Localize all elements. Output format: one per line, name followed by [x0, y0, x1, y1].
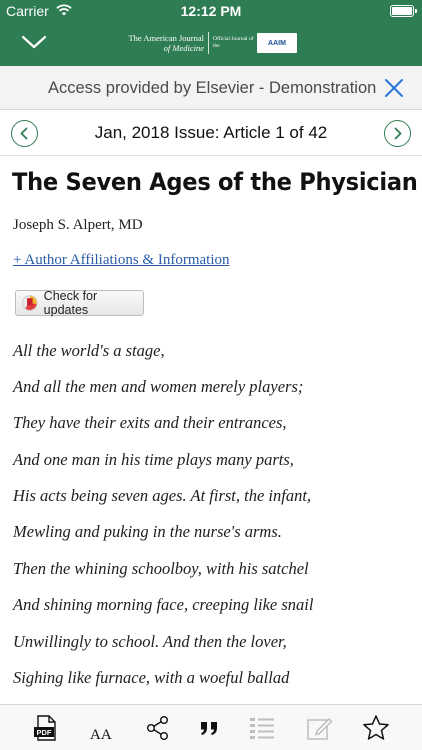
status-bar: Carrier 12:12 PM — [0, 0, 422, 22]
poem-line: And all the men and women merely players… — [13, 377, 304, 396]
bottom-toolbar: PDF AA — [0, 704, 422, 750]
article-title: The Seven Ages of the Physician — [12, 168, 418, 196]
access-banner: Access provided by Elsevier - Demonstrat… — [0, 66, 422, 110]
poem-line: Unwillingly to school. And then the love… — [13, 632, 287, 651]
issue-navigation: Jan, 2018 Issue: Article 1 of 42 — [0, 110, 422, 156]
issue-label: Jan, 2018 Issue: Article 1 of 42 — [94, 123, 328, 142]
quote-icon — [201, 722, 217, 735]
poem-line: Then the whining schoolboy, with his sat… — [13, 559, 309, 578]
cite-button[interactable] — [195, 713, 225, 743]
bookmark-button[interactable] — [361, 713, 391, 743]
check-for-updates-button[interactable]: Check for updates — [15, 289, 144, 317]
official-journal-label: Official Journal of the — [213, 36, 254, 49]
poem-line: All the world's a stage, — [13, 341, 165, 360]
aaim-badge: AAIM — [257, 33, 297, 53]
access-text: Access provided by Elsevier - Demonstrat… — [48, 79, 377, 97]
edit-icon — [307, 717, 333, 740]
status-time: 12:12 PM — [180, 3, 242, 19]
battery-icon — [390, 5, 417, 17]
poem-line: Sighing like furnace, with a woeful ball… — [13, 668, 290, 687]
poem-line: And one man in his time plays many parts… — [13, 450, 294, 469]
journal-logo: The American Journal of Medicine Officia… — [118, 30, 304, 56]
check-updates-icon — [22, 295, 38, 311]
app-header: Carrier 12:12 PM The American Journal of… — [0, 0, 422, 66]
poem-line: His acts being seven ages. At first, the… — [13, 486, 312, 505]
author-affiliations-link[interactable]: + Author Affiliations & Information — [13, 252, 230, 269]
share-button[interactable] — [143, 713, 173, 743]
star-icon — [363, 715, 389, 740]
check-for-updates-label: Check for updates — [43, 289, 98, 317]
poem-line: And shining morning face, creeping like … — [13, 595, 314, 614]
chevron-right-circle-icon — [394, 127, 402, 140]
collapse-button[interactable] — [20, 32, 48, 52]
chevron-down-icon — [21, 35, 47, 49]
poem-line: Mewling and puking in the nurse's arms. — [13, 522, 282, 541]
poem-line: They have their exits and their entrance… — [13, 413, 287, 432]
logo-divider — [208, 32, 209, 54]
pdf-label: PDF — [37, 728, 52, 737]
pdf-icon: PDF — [34, 715, 56, 741]
article-content[interactable]: The Seven Ages of the Physician Joseph S… — [0, 156, 422, 704]
author-name: Joseph S. Alpert, MD — [13, 217, 143, 233]
close-icon — [385, 79, 403, 97]
text-size-icon: AA — [90, 727, 112, 743]
text-size-button[interactable]: AA — [88, 713, 118, 743]
pdf-button[interactable]: PDF — [31, 713, 61, 743]
text-size-label: AA — [90, 727, 112, 743]
battery-fill — [392, 7, 412, 15]
note-button[interactable] — [305, 713, 335, 743]
share-icon — [146, 716, 169, 741]
journal-name-line2: of Medicine — [163, 43, 204, 53]
list-icon — [250, 718, 274, 739]
close-banner-button[interactable] — [384, 78, 404, 98]
next-article-button[interactable] — [384, 120, 411, 147]
journal-name-line1: The American Journal — [128, 33, 204, 43]
outline-button[interactable] — [247, 713, 277, 743]
